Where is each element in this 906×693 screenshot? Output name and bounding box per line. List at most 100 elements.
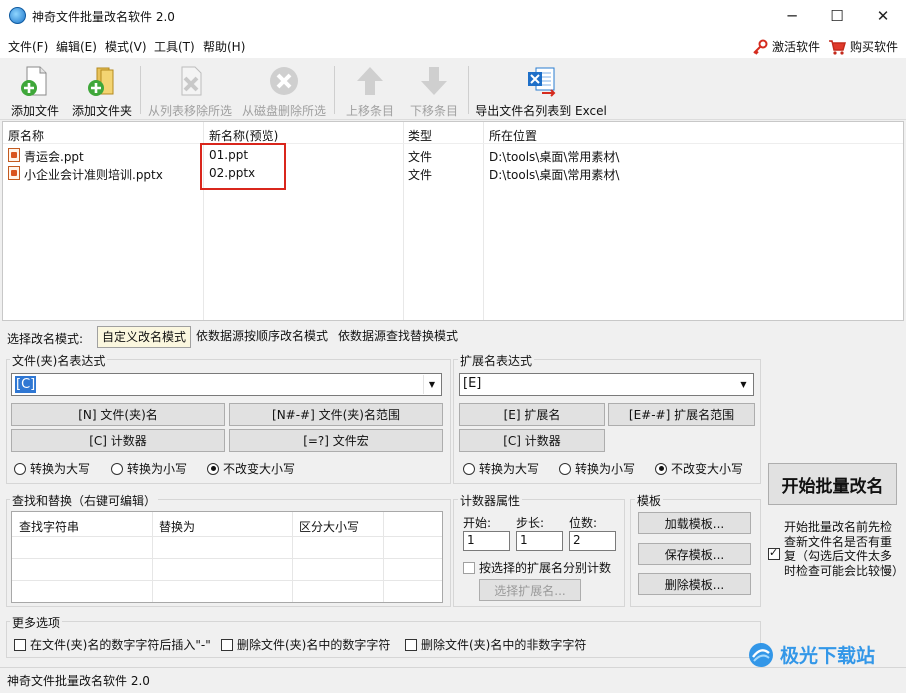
remove-from-list-button[interactable]: 从列表移除所选 bbox=[145, 60, 235, 118]
toolbar-separator bbox=[140, 66, 141, 114]
delete-template-button[interactable]: 删除模板... bbox=[638, 573, 751, 595]
menu-edit[interactable]: 编辑(E) bbox=[56, 38, 97, 55]
table-row[interactable]: 青运会.ppt 01.ppt 文件 D:\tools\桌面\常用素材\ bbox=[3, 147, 903, 165]
checkbox-box bbox=[405, 638, 417, 651]
save-template-button[interactable]: 保存模板... bbox=[638, 543, 751, 565]
move-up-label: 上移条目 bbox=[345, 104, 394, 118]
choose-ext-button[interactable]: 选择扩展名... bbox=[479, 579, 581, 601]
column-header-replace[interactable]: 替换为 bbox=[159, 518, 195, 535]
counter-title: 计数器属性 bbox=[458, 492, 523, 509]
ext-keep-label: 不改变大小写 bbox=[671, 462, 744, 476]
counter-step-input[interactable]: 1 bbox=[516, 531, 563, 551]
ext-expression-title: 扩展名表达式 bbox=[458, 352, 535, 369]
chevron-down-icon[interactable]: ▼ bbox=[735, 375, 752, 394]
counter-digits-input[interactable]: 2 bbox=[569, 531, 616, 551]
mode-replace-tab[interactable]: 依数据源查找替换模式 bbox=[334, 326, 462, 348]
row-divider bbox=[12, 558, 442, 559]
insert-dash-checkbox[interactable]: 在文件(夹)名的数字字符后插入"-" bbox=[14, 636, 211, 653]
column-header-new[interactable]: 新名称(预览) bbox=[209, 127, 278, 144]
count-per-ext-checkbox[interactable]: 按选择的扩展名分别计数 bbox=[463, 559, 611, 576]
insert-ext-button[interactable]: [E] 扩展名 bbox=[459, 403, 605, 426]
name-expression-title: 文件(夹)名表达式 bbox=[10, 352, 108, 369]
column-header-original[interactable]: 原名称 bbox=[8, 127, 44, 144]
insert-dash-label: 在文件(夹)名的数字字符后插入"-" bbox=[30, 638, 211, 652]
toolbar-separator bbox=[468, 66, 469, 114]
count-per-ext-label: 按选择的扩展名分别计数 bbox=[479, 561, 612, 575]
counter-start-input[interactable]: 1 bbox=[463, 531, 510, 551]
add-file-button[interactable]: 添加文件 bbox=[6, 60, 64, 118]
checkbox-box bbox=[221, 638, 233, 651]
insert-counter-button[interactable]: [C] 计数器 bbox=[11, 429, 225, 452]
mode-custom-tab[interactable]: 自定义改名模式 bbox=[97, 326, 192, 348]
delete-non-digits-checkbox[interactable]: 删除文件(夹)名中的非数字字符 bbox=[405, 636, 586, 653]
delete-from-disk-button[interactable]: 从磁盘删除所选 bbox=[238, 60, 330, 118]
move-up-button[interactable]: 上移条目 bbox=[340, 60, 400, 118]
menu-tools[interactable]: 工具(T) bbox=[154, 38, 195, 55]
add-folder-button[interactable]: 添加文件夹 bbox=[68, 60, 136, 118]
insert-name-button[interactable]: [N] 文件(夹)名 bbox=[11, 403, 225, 426]
name-expression-combo[interactable]: [C] ▼ bbox=[11, 373, 442, 396]
mode-sequence-tab[interactable]: 依数据源按顺序改名模式 bbox=[192, 326, 332, 348]
ext-expression-combo[interactable]: [E] ▼ bbox=[459, 373, 754, 396]
find-replace-table[interactable]: 查找字符串 替换为 区分大小写 bbox=[11, 511, 443, 603]
close-button[interactable]: ✕ bbox=[860, 0, 906, 32]
menu-help[interactable]: 帮助(H) bbox=[203, 38, 245, 55]
export-excel-button[interactable]: 导出文件名列表到 Excel bbox=[474, 60, 608, 118]
column-header-find[interactable]: 查找字符串 bbox=[19, 518, 79, 535]
column-divider bbox=[292, 512, 293, 602]
ext-lower-radio[interactable]: 转换为小写 bbox=[559, 460, 635, 477]
maximize-button[interactable]: ☐ bbox=[814, 0, 860, 32]
mode-label: 选择改名模式: bbox=[7, 332, 84, 346]
name-upper-radio[interactable]: 转换为大写 bbox=[14, 460, 90, 477]
insert-name-range-button[interactable]: [N#-#] 文件(夹)名范围 bbox=[229, 403, 443, 426]
ext-lower-label: 转换为小写 bbox=[575, 462, 636, 476]
remove-file-icon bbox=[173, 64, 207, 98]
add-file-icon bbox=[18, 64, 52, 98]
row-divider bbox=[12, 536, 442, 537]
minimize-button[interactable]: ─ bbox=[769, 0, 815, 32]
delete-digits-checkbox[interactable]: 删除文件(夹)名中的数字字符 bbox=[221, 636, 390, 653]
delete-from-disk-label: 从磁盘删除所选 bbox=[241, 104, 326, 118]
start-rename-button[interactable]: 开始批量改名 bbox=[768, 463, 897, 505]
row-type: 文件 bbox=[408, 150, 433, 164]
header-divider bbox=[3, 143, 903, 144]
name-keep-radio[interactable]: 不改变大小写 bbox=[207, 460, 295, 477]
chevron-down-icon[interactable]: ▼ bbox=[423, 375, 440, 394]
insert-ext-range-button[interactable]: [E#-#] 扩展名范围 bbox=[608, 403, 755, 426]
menu-mode[interactable]: 模式(V) bbox=[105, 38, 147, 55]
check-duplicates-checkbox[interactable] bbox=[768, 546, 780, 563]
menu-file[interactable]: 文件(F) bbox=[8, 38, 48, 55]
radio-circle bbox=[14, 462, 26, 475]
activate-link[interactable]: 激活软件 bbox=[752, 38, 820, 55]
load-template-button[interactable]: 加载模板... bbox=[638, 512, 751, 534]
highlight-box bbox=[200, 143, 286, 190]
ext-upper-radio[interactable]: 转换为大写 bbox=[463, 460, 539, 477]
counter-start-label: 开始: bbox=[463, 516, 492, 530]
name-lower-radio[interactable]: 转换为小写 bbox=[111, 460, 187, 477]
checkbox-box bbox=[14, 638, 26, 651]
column-divider bbox=[383, 512, 384, 602]
name-lower-label: 转换为小写 bbox=[127, 462, 188, 476]
radio-circle bbox=[559, 462, 571, 475]
toolbar-separator bbox=[334, 66, 335, 114]
column-header-type[interactable]: 类型 bbox=[408, 127, 432, 144]
add-file-label: 添加文件 bbox=[10, 104, 59, 118]
name-upper-label: 转换为大写 bbox=[30, 462, 91, 476]
find-replace-title: 查找和替换（右键可编辑） bbox=[10, 492, 159, 509]
buy-link[interactable]: 购买软件 bbox=[828, 38, 898, 55]
move-down-button[interactable]: 下移条目 bbox=[404, 60, 464, 118]
export-excel-label: 导出文件名列表到 Excel bbox=[475, 104, 607, 118]
check-duplicates-label: 开始批量改名前先检查新文件名是否有重复（勾选后文件太多时检查可能会比较慢） bbox=[784, 520, 905, 578]
name-keep-label: 不改变大小写 bbox=[223, 462, 296, 476]
column-header-case[interactable]: 区分大小写 bbox=[299, 518, 359, 535]
insert-ext-counter-button[interactable]: [C] 计数器 bbox=[459, 429, 605, 452]
radio-circle-selected bbox=[655, 462, 667, 475]
column-header-location[interactable]: 所在位置 bbox=[489, 127, 537, 144]
insert-macro-button[interactable]: [=?] 文件宏 bbox=[229, 429, 443, 452]
ext-keep-radio[interactable]: 不改变大小写 bbox=[655, 460, 743, 477]
radio-circle bbox=[111, 462, 123, 475]
table-row[interactable]: 小企业会计准则培训.pptx 02.pptx 文件 D:\tools\桌面\常用… bbox=[3, 165, 903, 183]
column-divider bbox=[152, 512, 153, 602]
counter-digits-label: 位数: bbox=[569, 516, 598, 530]
row-type: 文件 bbox=[408, 168, 433, 182]
